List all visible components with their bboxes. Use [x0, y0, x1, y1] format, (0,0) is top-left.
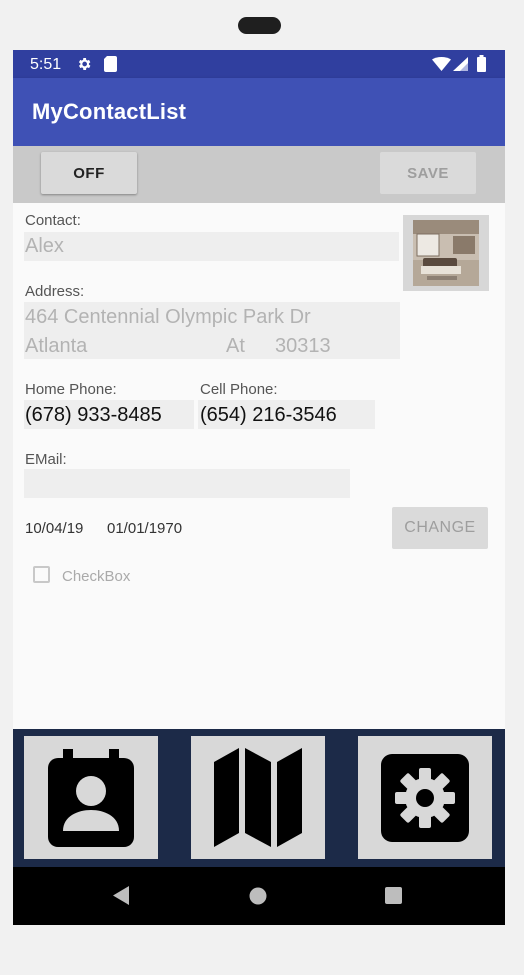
state-value: At: [226, 335, 245, 357]
device-speaker: [238, 17, 281, 34]
map-icon: [214, 748, 302, 847]
settings-button[interactable]: [358, 736, 492, 859]
email-field[interactable]: [24, 469, 350, 498]
email-label: EMail:: [25, 451, 67, 468]
address-label: Address:: [25, 283, 85, 300]
contacts-icon: [48, 748, 134, 847]
contact-label: Contact:: [25, 212, 81, 229]
back-icon[interactable]: [113, 886, 129, 905]
contact-photo-image: [413, 220, 479, 286]
city-value: Atlanta: [25, 335, 88, 357]
signal-icon: [453, 57, 468, 71]
bottom-navigation: [13, 729, 505, 867]
system-navigation-bar: [13, 867, 505, 925]
phone-screen: 5:51 MyContactList OFF SAVE Contact: Ale…: [13, 50, 505, 925]
app-title: MyContactList: [32, 99, 187, 124]
app-bar: MyContactList: [13, 78, 505, 146]
contact-list-button[interactable]: [24, 736, 158, 859]
change-date-button[interactable]: CHANGE: [392, 507, 488, 549]
wifi-icon: [432, 57, 451, 71]
cell-phone-field[interactable]: (654) 216-3546: [198, 400, 375, 429]
settings-icon: [381, 753, 469, 842]
home-phone-label: Home Phone:: [25, 381, 117, 398]
address-line1-value: 464 Centennial Olympic Park Dr: [25, 306, 311, 328]
edit-toggle-button[interactable]: OFF: [41, 152, 137, 194]
settings-icon: [78, 58, 91, 70]
home-icon[interactable]: [249, 887, 267, 905]
recents-icon[interactable]: [385, 887, 402, 904]
checkbox[interactable]: [33, 566, 50, 583]
date-primary: 10/04/19: [25, 520, 84, 537]
contact-name-value: Alex: [25, 235, 64, 257]
cell-phone-value: (654) 216-3546: [200, 404, 337, 426]
checkbox-label[interactable]: CheckBox: [62, 568, 130, 585]
contact-name-field[interactable]: Alex: [24, 232, 399, 261]
cell-phone-label: Cell Phone:: [200, 381, 278, 398]
status-time: 5:51: [30, 56, 62, 73]
map-button[interactable]: [191, 736, 325, 859]
sd-card-icon: [104, 56, 117, 72]
battery-icon: [477, 55, 486, 72]
birthday-date: 01/01/1970: [107, 520, 183, 537]
zip-value: 30313: [275, 335, 331, 357]
contact-photo-button[interactable]: [403, 215, 489, 291]
edit-toolbar: OFF SAVE: [13, 146, 505, 203]
home-phone-field[interactable]: (678) 933-8485: [24, 400, 194, 429]
save-button[interactable]: SAVE: [380, 152, 476, 194]
status-bar: 5:51: [13, 50, 505, 78]
address-field[interactable]: 464 Centennial Olympic Park Dr Atlanta A…: [24, 302, 400, 359]
home-phone-value: (678) 933-8485: [25, 404, 162, 426]
